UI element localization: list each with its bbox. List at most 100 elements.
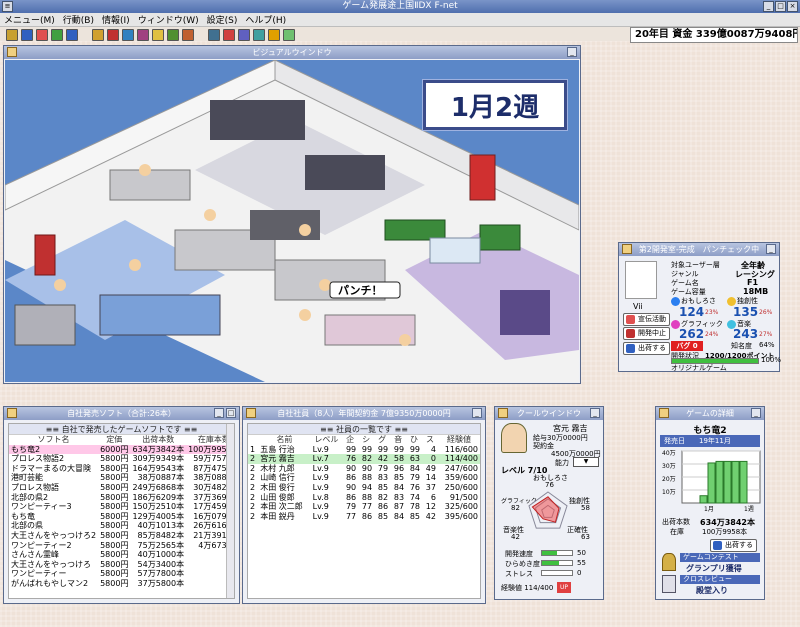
staff-col-header[interactable]: シ	[358, 435, 374, 445]
toolbar-action-icon[interactable]	[6, 29, 18, 41]
staff-row[interactable]: 1 五島 行治 Lv.9 99 99 99 99 99 4 116/600	[248, 445, 480, 455]
level-up-icon[interactable]: UP	[557, 582, 571, 593]
staff-col-header[interactable]: 名前	[258, 435, 310, 445]
toolbar-action-icon[interactable]	[107, 29, 119, 41]
toolbar-action-icon[interactable]	[137, 29, 149, 41]
software-row[interactable]: もち竜5800円129万4005本16万0795本	[9, 512, 234, 522]
software-row[interactable]: 北部の県5800円40万1013本26万6169本	[9, 521, 234, 531]
toolbar-action-icon[interactable]	[92, 29, 104, 41]
software-row[interactable]: ワンピーティー25800円75万2565本4万6738本	[9, 541, 234, 551]
staff-col-header[interactable]: 企	[342, 435, 358, 445]
software-row[interactable]: もち竜2 6000円 634万3842本 100万9958本	[9, 444, 234, 455]
software-row[interactable]: 大王さんをやっつけろ5800円54万3400本0本	[9, 560, 234, 570]
staff-col-header[interactable]: レベル	[311, 435, 343, 445]
staff-cell: 99	[393, 444, 405, 454]
staff-person[interactable]	[204, 209, 216, 221]
app-menu-icon[interactable]: ≡	[2, 1, 13, 12]
toolbar-action-icon[interactable]	[51, 29, 63, 41]
minimize-button[interactable]: _	[763, 1, 774, 12]
software-row[interactable]: ドラマーまるの大冒険5800円164万9543本87万4757本	[9, 463, 234, 474]
window-icon	[7, 47, 17, 57]
menu-action[interactable]: 行動(B)	[63, 13, 94, 26]
staff-row[interactable]: 2 宮元 霧吉 Lv.7 76 82 42 58 63 0 114/400	[248, 454, 480, 464]
staff-person[interactable]	[299, 224, 311, 236]
game-detail-titlebar[interactable]: ゲームの詳細 _	[656, 407, 764, 420]
staff-person[interactable]	[319, 279, 331, 291]
col-price[interactable]: 定価	[98, 435, 130, 445]
software-shipped-cell: 164万9543本	[132, 463, 185, 473]
toolbar-action-icon[interactable]	[122, 29, 134, 41]
staff-row[interactable]: 2 木村 九郎 Lv.9 90 90 79 96 84 49 247/600	[248, 464, 480, 474]
staff-col-header[interactable]: グ	[374, 435, 390, 445]
toolbar-action-icon[interactable]	[268, 29, 280, 41]
staff-row[interactable]: 2 山崎 信行 Lv.9 86 88 83 85 79 14 359/600	[248, 473, 480, 483]
staff-col-header[interactable]: 音	[390, 435, 406, 445]
toolbar-action-icon[interactable]	[66, 29, 78, 41]
menu-window[interactable]: ウィンドウ(W)	[138, 13, 199, 26]
staff-person[interactable]	[299, 309, 311, 321]
software-window-titlebar[interactable]: 自社発売ソフト（合計:26本） _ □	[4, 407, 239, 420]
software-row[interactable]: 北部の県25800円186万6209本37万3691本	[9, 493, 234, 503]
software-row[interactable]: さんさん霊峰5800円40万1000本0本	[9, 550, 234, 560]
toolbar-action-icon[interactable]	[223, 29, 235, 41]
software-shipped-cell: 309万9349本	[132, 454, 185, 464]
software-row[interactable]: ワンピーティー5800円57万7800本0本	[9, 569, 234, 579]
maximize-icon[interactable]: □	[226, 408, 236, 418]
staff-col-header[interactable]: 経験値	[438, 435, 480, 445]
staff-window-titlebar[interactable]: 自社社員（8人）年間契約金 7億9350万0000円 _	[243, 407, 485, 420]
staff-banner: ≡≡ 社員の一覧です ≡≡	[248, 424, 480, 435]
menu-help[interactable]: ヘルプ(H)	[245, 13, 286, 26]
software-scrollbar[interactable]	[226, 424, 234, 598]
staff-person[interactable]	[139, 164, 151, 176]
software-row[interactable]: がんばれもやしマン25800円37万5800本0本	[9, 579, 234, 589]
ship-button[interactable]: 出荷する	[710, 539, 757, 552]
software-row[interactable]: プロレス物語5800円249万6868本30万4822本	[9, 483, 234, 493]
dev-room-titlebar[interactable]: 第2開発室-完成 パンチェック中 _	[619, 243, 779, 256]
staff-row[interactable]: 2 本田 鋭丹 Lv.9 77 86 85 84 85 42 395/600	[248, 512, 480, 522]
staff-person[interactable]	[54, 279, 66, 291]
minimize-icon[interactable]: _	[214, 408, 224, 418]
toolbar-action-icon[interactable]	[208, 29, 220, 41]
cool-window-titlebar[interactable]: クールウインドウ _	[495, 407, 603, 420]
staff-col-header[interactable]	[248, 435, 258, 445]
release-button[interactable]: 出荷する	[623, 342, 670, 355]
ability-button[interactable]: ▼	[573, 457, 599, 467]
visual-window-titlebar[interactable]: ビジュアルウインドウ _	[4, 46, 580, 59]
minimize-icon[interactable]: _	[472, 408, 482, 418]
toolbar-action-icon[interactable]	[167, 29, 179, 41]
staff-cell: 90	[361, 463, 373, 473]
col-shipped[interactable]: 出荷本数	[130, 435, 186, 445]
staff-row[interactable]: 2 山田 俊郎 Lv.8 86 88 82 83 74 6 91/500	[248, 493, 480, 503]
staff-row[interactable]: 2 木田 俊行 Lv.9 90 94 85 84 76 37 250/600	[248, 483, 480, 493]
software-row[interactable]: 港町芸能5800円38万0887本38万0887本	[9, 473, 234, 483]
toolbar-action-icon[interactable]	[182, 29, 194, 41]
staff-person[interactable]	[399, 334, 411, 346]
release-icon	[626, 344, 635, 353]
minimize-icon[interactable]: _	[766, 244, 776, 254]
advertise-button[interactable]: 宣伝活動	[623, 313, 670, 326]
software-row[interactable]: プロレス物語25800円309万9349本59万7571本	[9, 454, 234, 464]
close-button[interactable]: ×	[787, 1, 798, 12]
toolbar-action-icon[interactable]	[21, 29, 33, 41]
maximize-button[interactable]: □	[775, 1, 786, 12]
menu-info[interactable]: 情報(I)	[102, 13, 130, 26]
software-row[interactable]: ワンピーティー35800円150万2510本17万4590本	[9, 502, 234, 512]
menu-main[interactable]: メニュー(M)	[4, 13, 55, 26]
staff-col-header[interactable]: ひ	[406, 435, 422, 445]
col-name[interactable]: ソフト名	[9, 435, 98, 445]
minimize-icon[interactable]: _	[751, 408, 761, 418]
toolbar-action-icon[interactable]	[36, 29, 48, 41]
software-row[interactable]: 大王さんをやっつけろ25800円85万8482本21万3918本	[9, 531, 234, 541]
sofa	[479, 224, 521, 251]
staff-row[interactable]: 2 本田 次二郎 Lv.9 79 77 86 87 78 12 325/600	[248, 502, 480, 512]
toolbar-action-icon[interactable]	[152, 29, 164, 41]
staff-person[interactable]	[129, 259, 141, 271]
menu-settings[interactable]: 設定(S)	[207, 13, 238, 26]
minimize-icon[interactable]: _	[567, 47, 577, 57]
stop-dev-button[interactable]: 開発中止	[623, 327, 670, 340]
staff-col-header[interactable]: ス	[422, 435, 438, 445]
toolbar-action-icon[interactable]	[253, 29, 265, 41]
minimize-icon[interactable]: _	[590, 408, 600, 418]
toolbar-action-icon[interactable]	[283, 29, 295, 41]
toolbar-action-icon[interactable]	[238, 29, 250, 41]
